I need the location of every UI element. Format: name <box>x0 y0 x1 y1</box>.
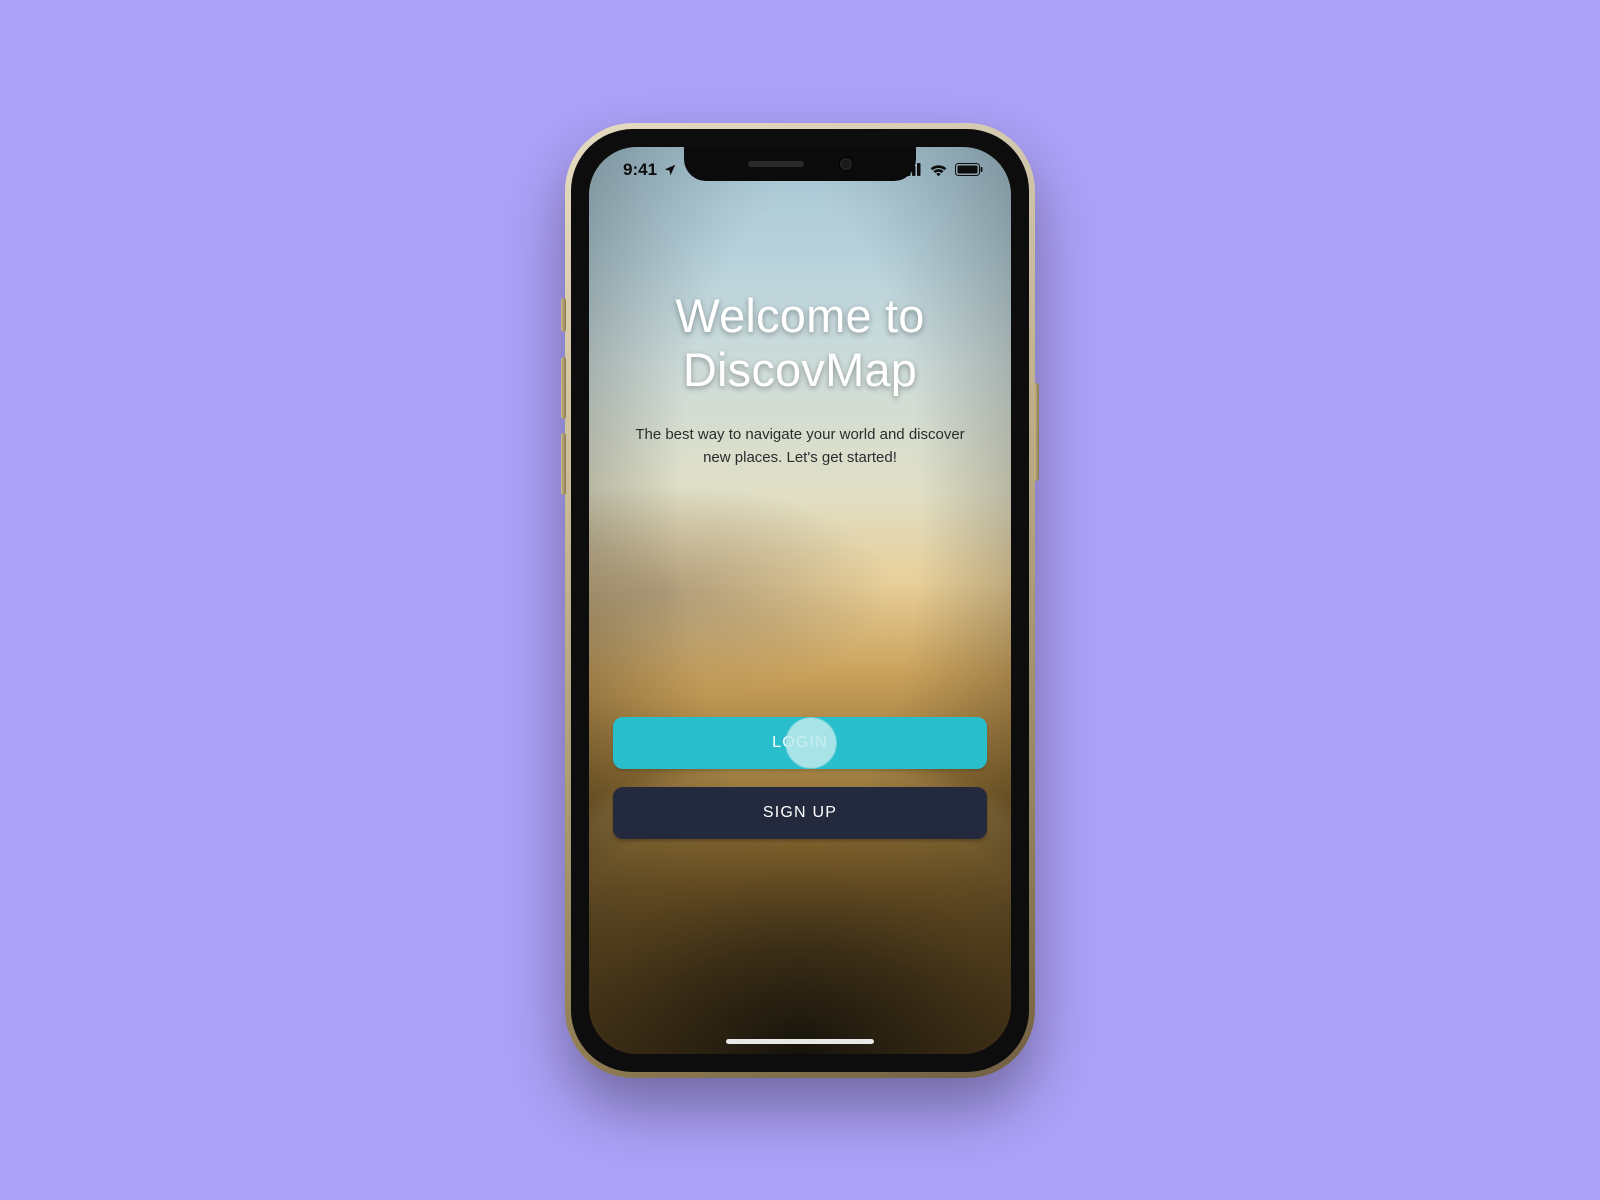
notch <box>684 147 916 181</box>
front-camera <box>840 158 852 170</box>
volume-down-button <box>561 433 566 495</box>
phone-screen: 9:41 <box>589 147 1011 1054</box>
home-indicator[interactable] <box>726 1039 874 1044</box>
phone-frame: 9:41 <box>565 123 1035 1078</box>
location-arrow-icon <box>663 163 677 177</box>
welcome-screen: Welcome to DiscovMap The best way to nav… <box>589 147 1011 1054</box>
battery-icon <box>955 163 983 176</box>
wifi-icon <box>929 163 948 177</box>
phone-bezel: 9:41 <box>571 129 1029 1072</box>
welcome-title-line1: Welcome to <box>675 289 924 342</box>
login-button[interactable]: LOGIN <box>613 717 987 769</box>
volume-up-button <box>561 357 566 419</box>
welcome-subtitle: The best way to navigate your world and … <box>630 423 970 470</box>
mute-switch <box>561 298 566 332</box>
signup-button[interactable]: SIGN UP <box>613 787 987 839</box>
power-button <box>1034 383 1039 481</box>
button-stack: LOGIN SIGN UP <box>613 717 987 839</box>
signup-button-label: SIGN UP <box>763 804 837 822</box>
login-button-label: LOGIN <box>772 734 828 752</box>
status-time: 9:41 <box>623 160 657 180</box>
welcome-title: Welcome to DiscovMap <box>675 289 924 397</box>
earpiece-speaker <box>748 161 804 167</box>
welcome-title-line2: DiscovMap <box>683 343 917 396</box>
